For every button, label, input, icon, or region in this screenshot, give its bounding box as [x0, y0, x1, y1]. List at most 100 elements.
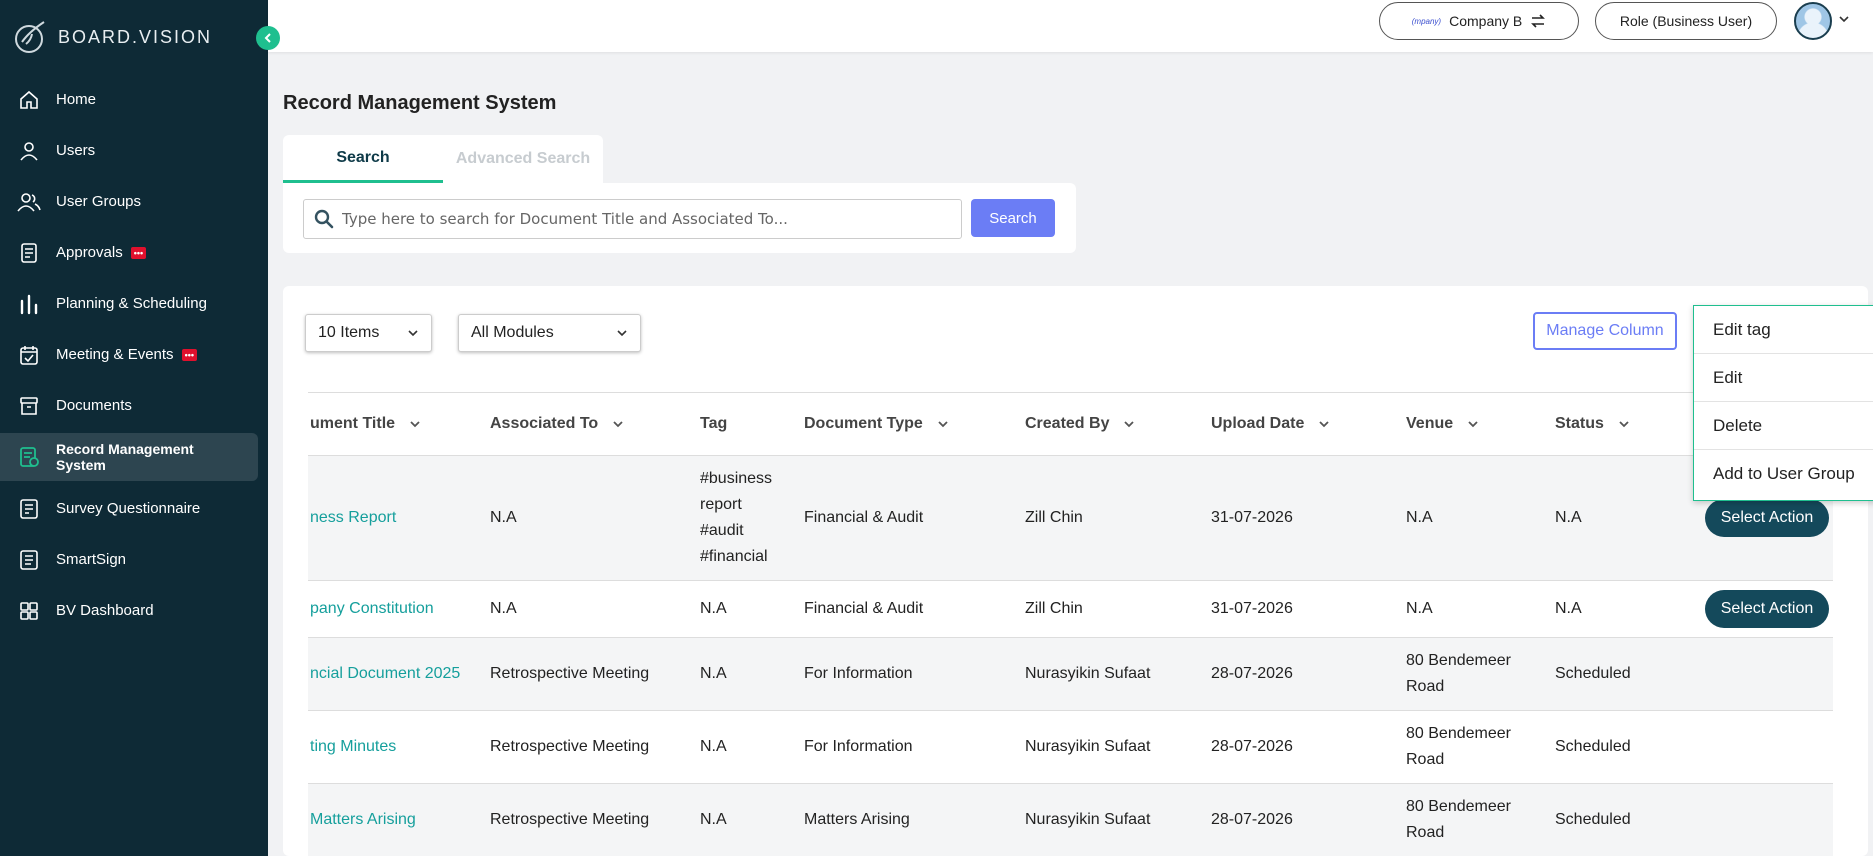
topbar: (mpany) Company B Role (Business User): [268, 0, 1873, 52]
column-header-status[interactable]: Status: [1555, 415, 1630, 433]
sidebar-item-label: BV Dashboard: [56, 602, 154, 619]
user-icon: [16, 138, 42, 164]
column-label: Associated To: [490, 415, 599, 432]
sidebar-item-label: Record Management System: [56, 441, 194, 473]
associated-to-cell: N.A: [490, 509, 517, 526]
sidebar-item-survey[interactable]: Survey Questionnaire: [0, 483, 268, 534]
document-title-link[interactable]: pany Constitution: [310, 596, 434, 622]
menu-item-delete[interactable]: Delete: [1694, 402, 1873, 450]
document-title-link[interactable]: ness Report: [310, 505, 396, 531]
users-icon: [16, 189, 42, 215]
sidebar-item-meeting-events[interactable]: Meeting & Events •••: [0, 329, 268, 380]
home-icon: [16, 87, 42, 113]
document-title-link[interactable]: ncial Document 2025: [310, 661, 460, 687]
menu-item-add-to-user-group[interactable]: Add to User Group: [1694, 450, 1873, 498]
column-label: Status: [1555, 415, 1604, 432]
upload-date-cell: 28-07-2026: [1211, 738, 1293, 755]
created-by-cell: Nurasyikin Sufaat: [1025, 738, 1151, 755]
menu-item-edit-tag[interactable]: Edit tag: [1694, 306, 1873, 354]
records-table-card: 10 Items All Modules Manage Column ument…: [283, 286, 1868, 856]
associated-to-cell: Retrospective Meeting: [490, 738, 650, 755]
notification-badge: •••: [130, 246, 147, 259]
tag-cell: N.A: [700, 811, 727, 828]
column-header-associated-to[interactable]: Associated To: [490, 415, 624, 433]
venue-cell: N.A: [1406, 600, 1433, 617]
records-table: ument Title Associated To Tag Document T…: [308, 392, 1833, 856]
column-header-document-type[interactable]: Document Type: [804, 415, 949, 433]
sign-icon: [16, 547, 42, 573]
document-title-link[interactable]: Matters Arising: [310, 807, 416, 833]
company-logo: (mpany): [1411, 16, 1442, 26]
chevron-down-icon: [1124, 421, 1135, 428]
search-button[interactable]: Search: [971, 199, 1055, 237]
document-title-link[interactable]: ting Minutes: [310, 734, 396, 760]
associated-to-cell: N.A: [490, 600, 517, 617]
document-type-cell: Matters Arising: [804, 811, 910, 828]
sidebar-item-approvals[interactable]: Approvals •••: [0, 227, 268, 278]
manage-column-button[interactable]: Manage Column: [1533, 312, 1677, 350]
sidebar-nav: Home Users User Groups Approvals ••• Pla…: [0, 74, 268, 636]
items-per-page-select[interactable]: 10 Items: [305, 314, 432, 352]
chevron-down-icon: [613, 421, 623, 428]
upload-date-cell: 31-07-2026: [1211, 600, 1293, 617]
sidebar-item-smartsign[interactable]: SmartSign: [0, 534, 268, 585]
sidebar-collapse-button[interactable]: [256, 26, 280, 50]
created-by-cell: Zill Chin: [1025, 509, 1083, 526]
select-action-menu: Edit tag Edit Delete Add to User Group: [1693, 305, 1873, 501]
sidebar-item-label: Survey Questionnaire: [56, 500, 201, 517]
column-header-created-by[interactable]: Created By: [1025, 415, 1135, 433]
page-title: Record Management System: [283, 92, 557, 114]
chevron-down-icon: [410, 421, 420, 428]
venue-cell: 80 Bendemeer Road: [1406, 798, 1511, 841]
avatar[interactable]: [1794, 2, 1832, 40]
status-cell: N.A: [1555, 600, 1582, 617]
document-type-cell: For Information: [804, 665, 913, 682]
column-header-upload-date[interactable]: Upload Date: [1211, 415, 1330, 433]
sidebar: BOARD.VISION Home Users User Groups Appr…: [0, 0, 268, 856]
role-button[interactable]: Role (Business User): [1595, 2, 1777, 40]
sidebar-item-documents[interactable]: Documents: [0, 380, 268, 431]
survey-icon: [16, 496, 42, 522]
column-label: Venue: [1406, 415, 1454, 432]
table-row: pany Constitution N.A N.A Financial & Au…: [308, 581, 1833, 638]
search-field[interactable]: [303, 199, 962, 239]
column-label: Created By: [1025, 415, 1110, 432]
sidebar-item-home[interactable]: Home: [0, 74, 268, 125]
venue-cell: 80 Bendemeer Road: [1406, 652, 1511, 695]
modules-select[interactable]: All Modules: [458, 314, 641, 352]
column-label: Document Type: [804, 415, 923, 432]
calendar-icon: [16, 342, 42, 368]
created-by-cell: Nurasyikin Sufaat: [1025, 811, 1151, 828]
column-header-document-title[interactable]: ument Title: [310, 415, 421, 433]
upload-date-cell: 28-07-2026: [1211, 811, 1293, 828]
select-action-button[interactable]: Select Action: [1705, 590, 1829, 628]
search-tabs: Search Advanced Search: [283, 135, 603, 183]
brand-name: BOARD.VISION: [58, 26, 213, 47]
company-switcher[interactable]: (mpany) Company B: [1379, 2, 1579, 40]
sidebar-item-user-groups[interactable]: User Groups: [0, 176, 268, 227]
brand-logo[interactable]: BOARD.VISION: [12, 18, 212, 56]
menu-item-edit[interactable]: Edit: [1694, 354, 1873, 402]
created-by-cell: Nurasyikin Sufaat: [1025, 665, 1151, 682]
sidebar-item-planning[interactable]: Planning & Scheduling: [0, 278, 268, 329]
column-label: Tag: [700, 415, 728, 432]
table-row: ncial Document 2025 Retrospective Meetin…: [308, 638, 1833, 711]
table-row: ness Report N.A #business report #audit …: [308, 456, 1833, 581]
column-header-venue[interactable]: Venue: [1406, 415, 1479, 433]
status-cell: Scheduled: [1555, 665, 1631, 682]
bar-chart-icon: [16, 291, 42, 317]
sidebar-item-bv-dashboard[interactable]: BV Dashboard: [0, 585, 268, 636]
sidebar-item-users[interactable]: Users: [0, 125, 268, 176]
sidebar-item-record-management[interactable]: Record Management System: [0, 433, 258, 481]
tab-advanced-search[interactable]: Advanced Search: [443, 135, 603, 183]
sidebar-item-label: Home: [56, 91, 97, 108]
search-input[interactable]: [342, 210, 942, 228]
sidebar-item-label: SmartSign: [56, 551, 127, 568]
upload-date-cell: 28-07-2026: [1211, 665, 1293, 682]
document-icon: [16, 240, 42, 266]
chevron-down-icon[interactable]: [1838, 14, 1850, 24]
associated-to-cell: Retrospective Meeting: [490, 811, 650, 828]
created-by-cell: Zill Chin: [1025, 600, 1083, 617]
select-action-button[interactable]: Select Action: [1705, 499, 1829, 537]
tab-search[interactable]: Search: [283, 135, 443, 183]
